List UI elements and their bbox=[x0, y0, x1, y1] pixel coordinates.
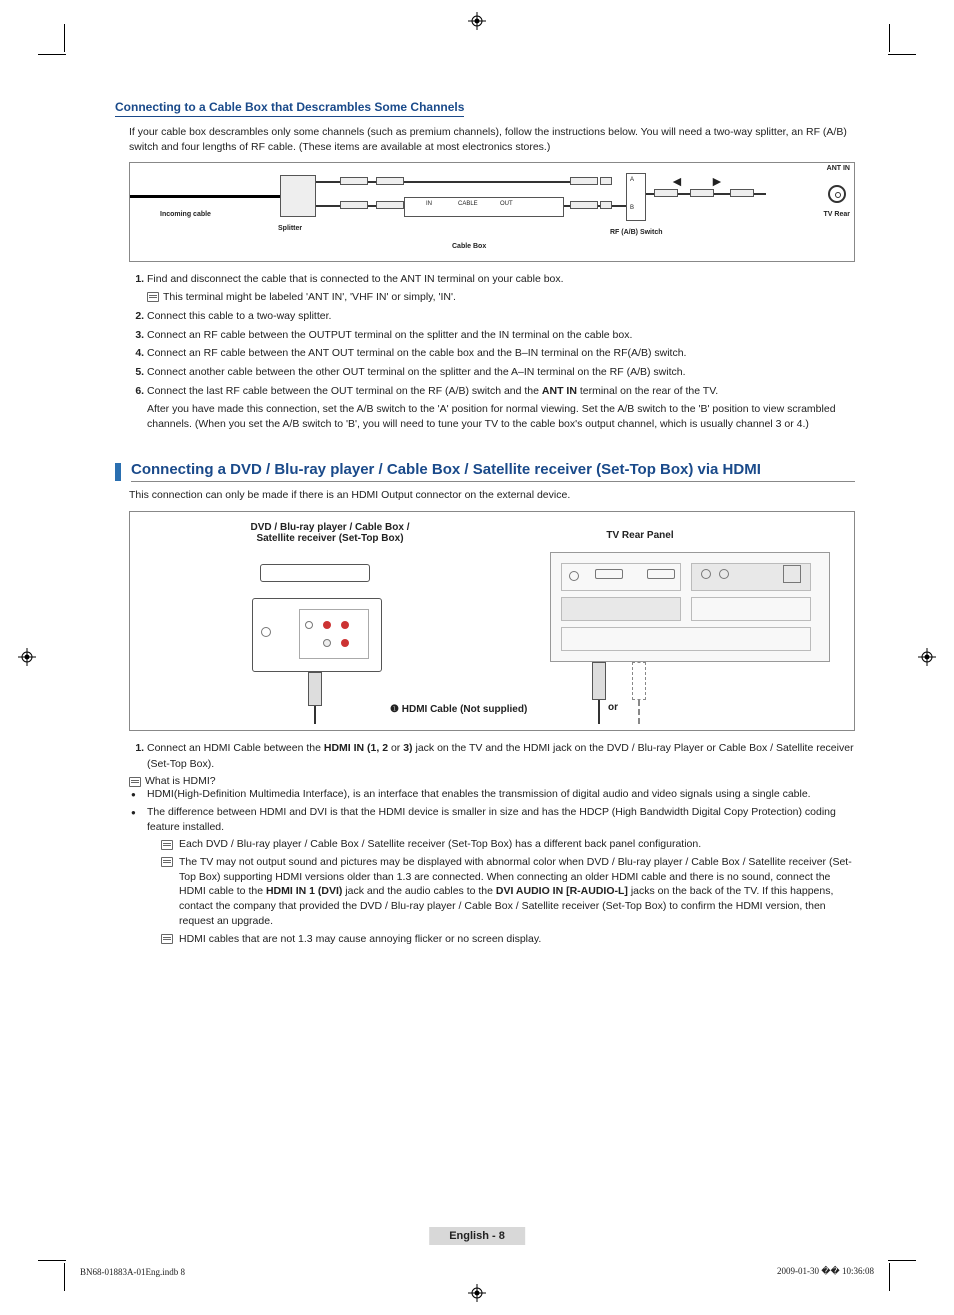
lbl-cable: CABLE bbox=[458, 201, 478, 207]
lbl-cablebox: Cable Box bbox=[452, 243, 486, 250]
footer-right: 2009-01-30 �� 10:36:08 bbox=[777, 1266, 874, 1277]
note-icon bbox=[147, 292, 159, 302]
note-icon bbox=[161, 857, 173, 867]
section2-heading: Connecting a DVD / Blu-ray player / Cabl… bbox=[115, 461, 855, 482]
page-content: Connecting to a Cable Box that Descrambl… bbox=[115, 100, 855, 949]
lbl-device: DVD / Blu-ray player / Cable Box / Satel… bbox=[200, 522, 460, 544]
lbl-b: B bbox=[630, 205, 634, 211]
crop-mark bbox=[888, 1260, 916, 1261]
lbl-hdmi: ❶ HDMI Cable (Not supplied) bbox=[390, 704, 527, 715]
device-front bbox=[260, 564, 370, 582]
device-rear bbox=[252, 598, 382, 672]
note-icon bbox=[161, 934, 173, 944]
crop-mark bbox=[888, 54, 916, 55]
registration-mark-right bbox=[918, 648, 936, 666]
subnote-3: HDMI cables that are not 1.3 may cause a… bbox=[179, 932, 855, 947]
crop-mark bbox=[64, 24, 65, 52]
section2-diagram: DVD / Blu-ray player / Cable Box / Satel… bbox=[129, 511, 855, 731]
step-5: Connect another cable between the other … bbox=[147, 365, 855, 381]
crop-mark bbox=[889, 24, 890, 52]
step-4: Connect an RF cable between the ANT OUT … bbox=[147, 346, 855, 362]
section2-steps: Connect an HDMI Cable between the HDMI I… bbox=[147, 741, 855, 773]
step-1: Find and disconnect the cable that is co… bbox=[147, 272, 855, 306]
lbl-or: or bbox=[608, 702, 618, 713]
lbl-a: A bbox=[630, 177, 634, 183]
lbl-rfswitch: RF (A/B) Switch bbox=[610, 229, 663, 236]
registration-mark-bottom bbox=[468, 1284, 486, 1302]
subnote-2: The TV may not output sound and pictures… bbox=[179, 855, 855, 928]
s2-step-1: Connect an HDMI Cable between the HDMI I… bbox=[147, 741, 855, 773]
lbl-incoming: Incoming cable bbox=[160, 211, 211, 218]
section1-steps: Find and disconnect the cable that is co… bbox=[147, 272, 855, 433]
page-number: English - 8 bbox=[429, 1227, 525, 1245]
lbl-splitter: Splitter bbox=[278, 225, 302, 232]
section1-intro: If your cable box descrambles only some … bbox=[129, 125, 855, 154]
crop-mark bbox=[64, 1263, 65, 1291]
step-3: Connect an RF cable between the OUTPUT t… bbox=[147, 328, 855, 344]
step-6: Connect the last RF cable between the OU… bbox=[147, 384, 855, 433]
crop-mark bbox=[38, 1260, 66, 1261]
section2-intro: This connection can only be made if ther… bbox=[129, 488, 855, 503]
bullet-1: HDMI(High-Definition Multimedia Interfac… bbox=[129, 787, 855, 802]
subnote-1: Each DVD / Blu-ray player / Cable Box / … bbox=[179, 837, 855, 852]
lbl-antin: ANT IN bbox=[827, 165, 850, 172]
tv-rear-panel bbox=[550, 552, 830, 662]
whatis-hdmi: What is HDMI? bbox=[145, 775, 216, 787]
note-icon bbox=[129, 777, 141, 787]
note-icon bbox=[161, 840, 173, 850]
lbl-out: OUT bbox=[500, 201, 513, 207]
registration-mark-left bbox=[18, 648, 36, 666]
antenna-icon bbox=[828, 185, 846, 203]
crop-mark bbox=[38, 54, 66, 55]
section2-bullets: HDMI(High-Definition Multimedia Interfac… bbox=[129, 787, 855, 834]
lbl-tvrear: TV Rear bbox=[824, 211, 850, 218]
footer-left: BN68-01883A-01Eng.indb 8 bbox=[80, 1267, 185, 1277]
section2-title: Connecting a DVD / Blu-ray player / Cabl… bbox=[131, 461, 855, 482]
bullet-2: The difference between HDMI and DVI is t… bbox=[129, 805, 855, 834]
lbl-tvpanel: TV Rear Panel bbox=[560, 530, 720, 541]
lbl-in: IN bbox=[426, 201, 432, 207]
section2-subnotes: Each DVD / Blu-ray player / Cable Box / … bbox=[161, 837, 855, 946]
registration-mark-top bbox=[468, 12, 486, 30]
section1-title: Connecting to a Cable Box that Descrambl… bbox=[115, 100, 464, 117]
section1-diagram: Incoming cable Splitter IN CABLE OUT Cab… bbox=[129, 162, 855, 262]
heading-marker-icon bbox=[115, 463, 121, 481]
crop-mark bbox=[889, 1263, 890, 1291]
step-2: Connect this cable to a two-way splitter… bbox=[147, 309, 855, 325]
